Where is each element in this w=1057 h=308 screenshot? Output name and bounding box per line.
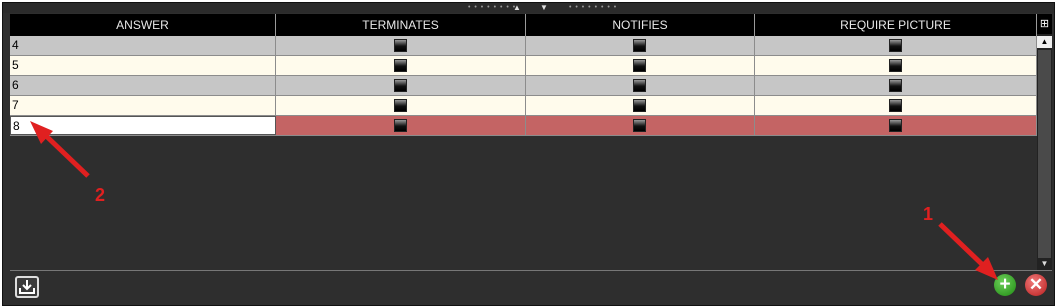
column-header-notifies[interactable]: NOTIFIES (526, 14, 755, 36)
answer-cell[interactable]: 5 (10, 56, 276, 75)
require-picture-cell (755, 36, 1037, 55)
table-row[interactable]: 7 (10, 96, 1037, 116)
scroll-down-icon[interactable]: ▼ (1037, 258, 1052, 270)
require-picture-cell (755, 116, 1037, 135)
answer-cell[interactable]: 6 (10, 76, 276, 95)
plus-icon: + (999, 274, 1011, 295)
table-row[interactable]: 5 (10, 56, 1037, 76)
notifies-checkbox[interactable] (633, 79, 646, 92)
require-picture-checkbox[interactable] (888, 99, 902, 112)
answer-cell[interactable]: 7 (10, 96, 276, 115)
x-icon: ✕ (1028, 275, 1044, 294)
column-header-terminates[interactable]: TERMINATES (276, 14, 526, 36)
export-button[interactable] (15, 276, 39, 298)
grid-header: ANSWER TERMINATES NOTIFIES REQUIRE PICTU… (10, 14, 1037, 36)
column-header-answer[interactable]: ANSWER (10, 14, 276, 36)
scroll-up-icon[interactable]: ▲ (1037, 36, 1052, 48)
scroll-thumb[interactable] (1038, 50, 1051, 258)
answer-cell[interactable]: 4 (10, 36, 276, 55)
terminates-cell (276, 36, 526, 55)
vertical-scrollbar[interactable]: ⊞ ▲ ▼ (1037, 14, 1052, 270)
require-picture-cell (755, 76, 1037, 95)
require-picture-cell (755, 96, 1037, 115)
answers-grid: ANSWER TERMINATES NOTIFIES REQUIRE PICTU… (10, 14, 1037, 136)
column-chooser-icon[interactable]: ⊞ (1037, 14, 1052, 34)
terminates-checkbox[interactable] (393, 99, 407, 112)
tray-download-icon (19, 280, 35, 294)
notifies-checkbox[interactable] (633, 99, 646, 112)
splitter-bar[interactable]: • • • • • • • • ▲ ▼ • • • • • • • • (3, 3, 1054, 13)
require-picture-checkbox[interactable] (888, 119, 902, 132)
table-row[interactable]: 6 (10, 76, 1037, 96)
notifies-cell (526, 36, 755, 55)
annotation-label-1: 1 (923, 204, 934, 224)
notifies-checkbox[interactable] (633, 39, 646, 52)
splitter-grip: • • • • • • • • (468, 4, 517, 11)
footer-divider (10, 270, 1052, 271)
column-header-require-picture[interactable]: REQUIRE PICTURE (755, 14, 1037, 36)
answer-input[interactable]: 8 (10, 116, 276, 135)
notifies-cell (526, 116, 755, 135)
annotation-label-2: 2 (95, 185, 106, 205)
collapse-down-icon[interactable]: ▼ (540, 3, 548, 12)
grid-panel: • • • • • • • • ▲ ▼ • • • • • • • • ANSW… (2, 2, 1055, 306)
terminates-cell (276, 56, 526, 75)
cancel-button[interactable]: ✕ (1025, 274, 1047, 296)
require-picture-checkbox[interactable] (888, 39, 902, 52)
terminates-checkbox[interactable] (393, 59, 407, 72)
notifies-checkbox[interactable] (633, 119, 646, 132)
terminates-cell (276, 96, 526, 115)
terminates-checkbox[interactable] (393, 39, 407, 52)
terminates-checkbox[interactable] (393, 79, 407, 92)
terminates-checkbox[interactable] (393, 119, 407, 132)
terminates-cell (276, 116, 526, 135)
notifies-cell (526, 76, 755, 95)
splitter-grip: • • • • • • • • (569, 4, 618, 11)
notifies-checkbox[interactable] (633, 59, 646, 72)
require-picture-cell (755, 56, 1037, 75)
terminates-cell (276, 76, 526, 95)
table-row[interactable]: 4 (10, 36, 1037, 56)
notifies-cell (526, 96, 755, 115)
require-picture-checkbox[interactable] (888, 59, 902, 72)
notifies-cell (526, 56, 755, 75)
require-picture-checkbox[interactable] (888, 79, 902, 92)
add-row-button[interactable]: + (994, 274, 1016, 296)
table-row-selected[interactable]: 8 (10, 116, 1037, 136)
collapse-up-icon[interactable]: ▲ (513, 3, 521, 12)
